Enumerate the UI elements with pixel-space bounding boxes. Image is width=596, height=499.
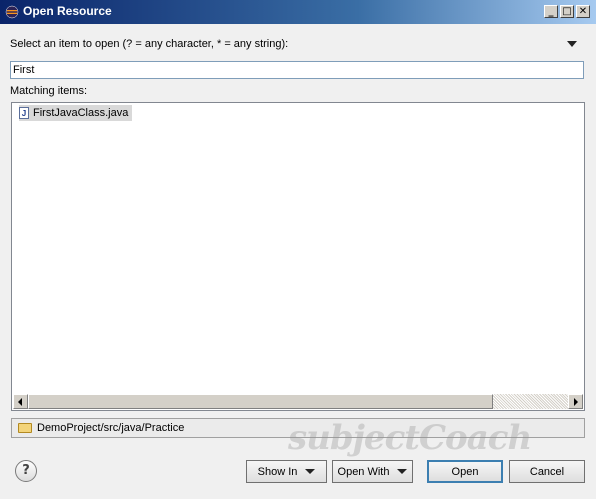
open-button[interactable]: Open (427, 460, 503, 483)
view-menu-chevron-down-icon[interactable] (567, 41, 577, 47)
scrollbar-thumb[interactable] (28, 394, 493, 409)
scroll-left-arrow-icon[interactable] (13, 394, 28, 409)
help-button[interactable]: ? (15, 460, 37, 482)
close-button[interactable]: ✕ (576, 5, 590, 18)
show-in-button[interactable]: Show In (246, 460, 327, 483)
chevron-down-icon (305, 469, 316, 474)
title-bar: Open Resource _ □ ✕ (0, 0, 596, 24)
minimize-button[interactable]: _ (544, 5, 558, 18)
java-file-icon: J (19, 107, 29, 119)
eclipse-window-icon (5, 5, 19, 19)
matching-items-list[interactable]: J FirstJavaClass.java (11, 102, 585, 411)
open-with-label: Open With (337, 465, 390, 478)
list-item[interactable]: J FirstJavaClass.java (19, 105, 133, 121)
scroll-right-arrow-icon[interactable] (568, 394, 583, 409)
maximize-button[interactable]: □ (560, 5, 574, 18)
folder-icon (18, 423, 32, 433)
list-item-label: FirstJavaClass.java (33, 107, 129, 119)
search-input[interactable] (10, 61, 584, 79)
chevron-down-icon (397, 469, 408, 474)
open-with-button[interactable]: Open With (332, 460, 413, 483)
resource-path-status: DemoProject/src/java/Practice (11, 418, 585, 438)
dialog-content: Select an item to open (? = any characte… (0, 24, 596, 499)
status-path-label: DemoProject/src/java/Practice (37, 422, 185, 434)
search-prompt-label: Select an item to open (? = any characte… (10, 38, 289, 50)
cancel-button[interactable]: Cancel (509, 460, 585, 483)
horizontal-scrollbar[interactable] (13, 394, 583, 409)
matching-items-label: Matching items: (10, 85, 88, 97)
window-title: Open Resource (23, 4, 112, 18)
show-in-label: Show In (257, 465, 298, 478)
scrollbar-track[interactable] (493, 394, 568, 409)
